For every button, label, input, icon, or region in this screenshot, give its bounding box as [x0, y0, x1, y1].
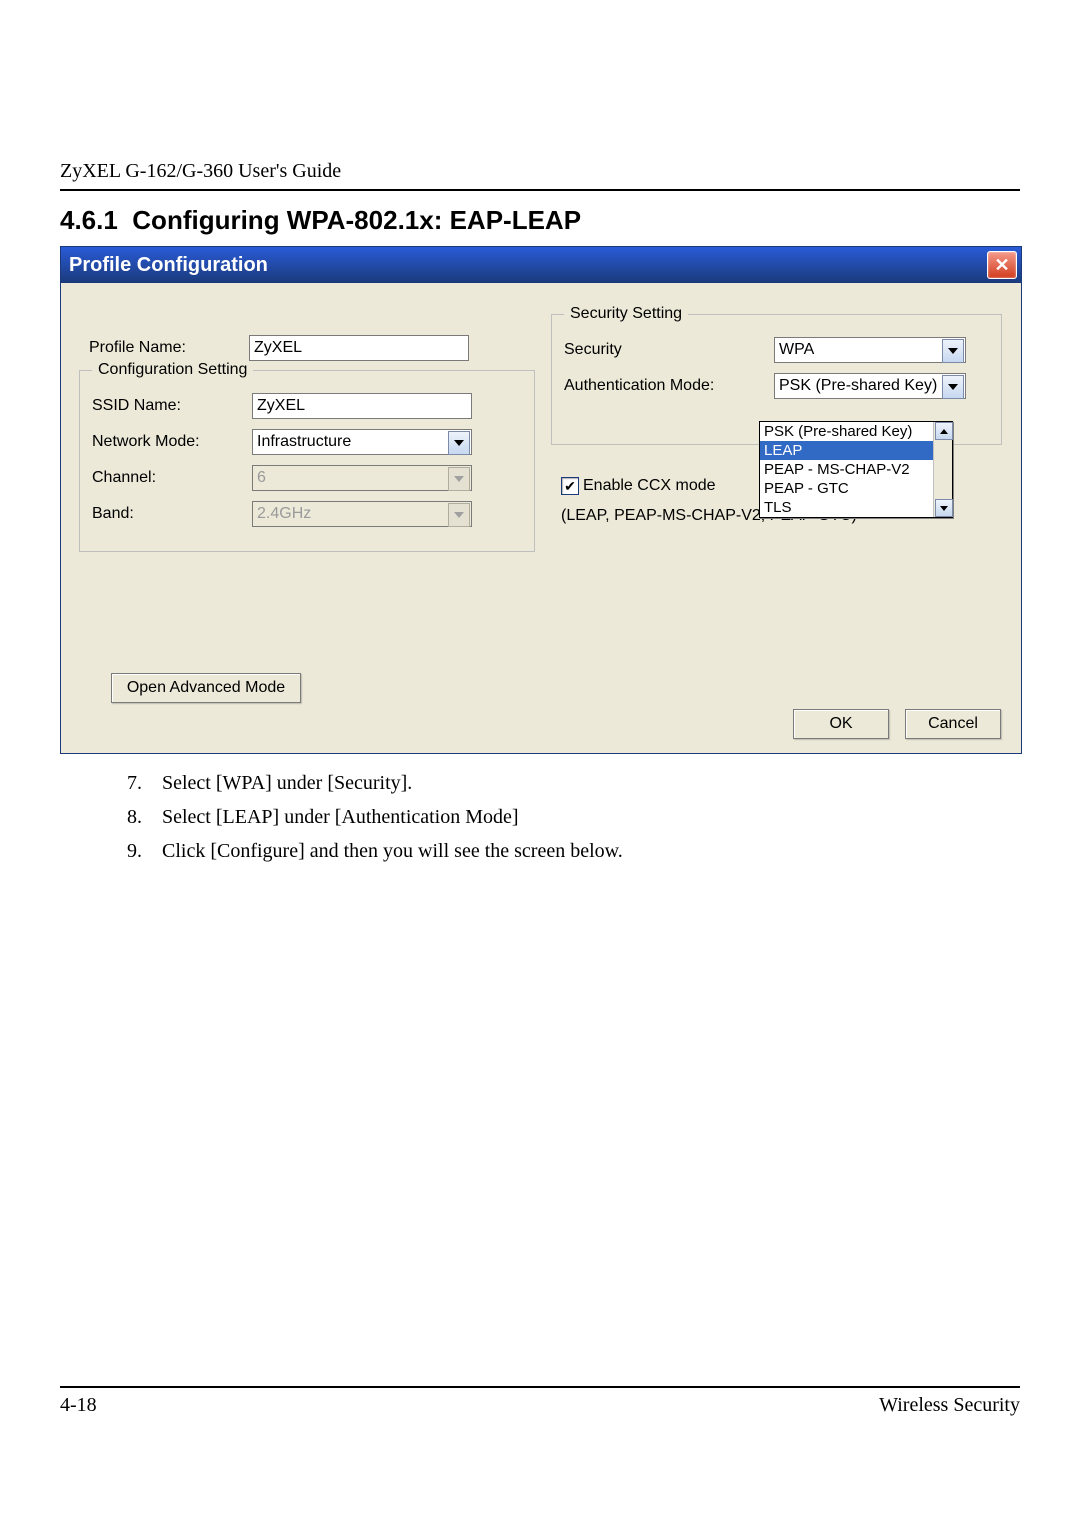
step-number: 8.	[116, 802, 142, 832]
step-9: 9. Click [Configure] and then you will s…	[116, 836, 1020, 866]
auth-mode-value	[774, 373, 966, 399]
auth-mode-dropdown[interactable]: PSK (Pre-shared Key) LEAP PEAP - MS-CHAP…	[759, 421, 953, 518]
ssid-field[interactable]	[252, 393, 472, 419]
channel-label: Channel:	[92, 469, 252, 487]
configuration-legend: Configuration Setting	[92, 361, 253, 379]
step-number: 7.	[116, 768, 142, 798]
band-value	[252, 501, 472, 527]
dropdown-scrollbar[interactable]	[933, 422, 952, 517]
chevron-down-icon	[448, 431, 470, 455]
open-advanced-mode-button[interactable]: Open Advanced Mode	[111, 673, 301, 703]
network-mode-label: Network Mode:	[92, 433, 252, 451]
band-label: Band:	[92, 505, 252, 523]
section-number: 4.6.1	[60, 205, 118, 235]
step-number: 9.	[116, 836, 142, 866]
instruction-steps: 7. Select [WPA] under [Security]. 8. Sel…	[116, 768, 1020, 866]
ssid-label: SSID Name:	[92, 397, 252, 415]
auth-option-leap[interactable]: LEAP	[760, 441, 952, 460]
section-title: Configuring WPA-802.1x: EAP-LEAP	[132, 205, 581, 235]
close-button[interactable]: ✕	[987, 251, 1017, 279]
page-footer: 4-18 Wireless Security	[60, 1386, 1020, 1417]
auth-option-peap-gtc[interactable]: PEAP - GTC	[760, 479, 952, 498]
enable-ccx-checkbox[interactable]: ✔	[561, 477, 579, 495]
channel-select	[252, 465, 472, 491]
band-select	[252, 501, 472, 527]
step-text: Select [WPA] under [Security].	[162, 768, 412, 798]
header-rule	[60, 189, 1020, 191]
auth-option-psk[interactable]: PSK (Pre-shared Key)	[760, 422, 952, 441]
auth-option-peap-mschapv2[interactable]: PEAP - MS-CHAP-V2	[760, 460, 952, 479]
security-legend: Security Setting	[564, 305, 688, 323]
step-7: 7. Select [WPA] under [Security].	[116, 768, 1020, 798]
auth-mode-label: Authentication Mode:	[564, 377, 774, 395]
auth-mode-select[interactable]	[774, 373, 966, 399]
dialog-title: Profile Configuration	[69, 254, 268, 277]
page-number: 4-18	[60, 1394, 97, 1417]
network-mode-select[interactable]	[252, 429, 472, 455]
network-mode-value	[252, 429, 472, 455]
close-icon: ✕	[994, 255, 1009, 276]
configuration-setting-group: Configuration Setting SSID Name: Network…	[79, 361, 535, 552]
chevron-down-icon	[448, 467, 470, 491]
scroll-down-icon[interactable]	[935, 499, 953, 517]
titlebar: Profile Configuration ✕	[61, 247, 1021, 283]
chevron-down-icon	[942, 375, 964, 399]
scroll-up-icon[interactable]	[935, 422, 953, 440]
chevron-down-icon	[448, 503, 470, 527]
step-8: 8. Select [LEAP] under [Authentication M…	[116, 802, 1020, 832]
guide-header: ZyXEL G-162/G-360 User's Guide	[60, 160, 1020, 183]
security-label: Security	[564, 341, 774, 359]
channel-value	[252, 465, 472, 491]
section-heading: 4.6.1 Configuring WPA-802.1x: EAP-LEAP	[60, 205, 1020, 236]
chevron-down-icon	[942, 339, 964, 363]
step-text: Click [Configure] and then you will see …	[162, 836, 623, 866]
enable-ccx-label: Enable CCX mode	[583, 477, 716, 495]
profile-name-field[interactable]	[249, 335, 469, 361]
cancel-button[interactable]: Cancel	[905, 709, 1001, 739]
ok-button[interactable]: OK	[793, 709, 889, 739]
auth-option-tls[interactable]: TLS	[760, 498, 952, 517]
security-select[interactable]	[774, 337, 966, 363]
profile-config-dialog: Profile Configuration ✕ Profile Name: Co…	[60, 246, 1022, 754]
profile-name-label: Profile Name:	[89, 339, 249, 357]
security-value	[774, 337, 966, 363]
step-text: Select [LEAP] under [Authentication Mode…	[162, 802, 519, 832]
footer-section: Wireless Security	[879, 1394, 1020, 1417]
